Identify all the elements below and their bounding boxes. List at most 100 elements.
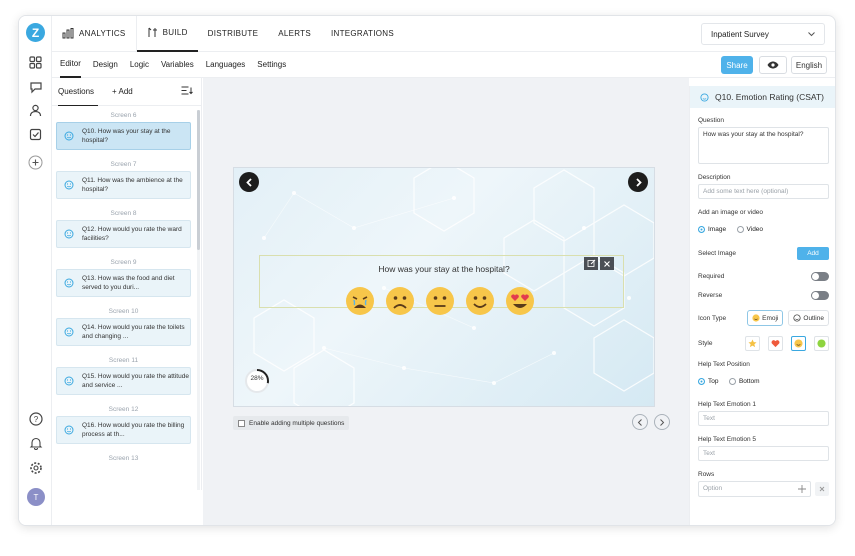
- question-textarea[interactable]: How was your stay at the hospital?: [698, 127, 829, 164]
- user-avatar[interactable]: T: [27, 488, 45, 506]
- share-button[interactable]: Share: [721, 56, 753, 74]
- media-video-radio[interactable]: Video: [736, 226, 764, 233]
- scrollbar-thumb[interactable]: [197, 110, 200, 250]
- screen-label: Screen 7: [110, 161, 137, 168]
- help-position-bottom-radio[interactable]: Bottom: [728, 378, 760, 385]
- question-card[interactable]: Q12. How would you rate the ward facilit…: [56, 220, 191, 248]
- add-image-button[interactable]: Add: [797, 247, 829, 260]
- icon-rail: Z ? T: [19, 16, 52, 525]
- tab-analytics-label: ANALYTICS: [79, 29, 126, 38]
- task-check-icon[interactable]: [27, 126, 44, 143]
- checkbox-box[interactable]: [238, 419, 245, 427]
- help-text-emotion-5-input[interactable]: Text: [698, 446, 829, 461]
- reverse-label: Reverse: [698, 292, 723, 299]
- green-circle-icon: [817, 339, 826, 348]
- subtab-settings[interactable]: Settings: [257, 52, 286, 78]
- question-properties-panel: Q10. Emotion Rating (CSAT) Question How …: [689, 86, 835, 525]
- user-icon[interactable]: [27, 102, 44, 119]
- media-field-label: Add an image or video: [698, 209, 764, 216]
- reverse-toggle[interactable]: [811, 291, 829, 300]
- preview-question-text: How was your stay at the hospital?: [378, 264, 510, 274]
- top-navigation: ANALYTICS BUILD DISTRIBUTE ALERTS INTEGR…: [52, 16, 835, 52]
- next-page-button[interactable]: [654, 414, 670, 430]
- emoji-neutral-icon[interactable]: [425, 286, 455, 316]
- reorder-icon[interactable]: [181, 86, 193, 97]
- icon-type-emoji-option[interactable]: Emoji: [747, 310, 784, 326]
- emoji-sad-icon[interactable]: [385, 286, 415, 316]
- subtab-logic[interactable]: Logic: [130, 52, 149, 78]
- chevron-down-icon: [808, 31, 815, 36]
- next-slide-button[interactable]: [628, 172, 648, 192]
- questions-panel-header: Questions + Add: [52, 78, 201, 106]
- emotion-question-icon: [61, 226, 77, 242]
- subtab-editor[interactable]: Editor: [60, 52, 81, 78]
- subtab-languages[interactable]: Languages: [206, 52, 246, 78]
- description-input[interactable]: Add some text here (optional): [698, 184, 829, 199]
- question-field-label: Question: [698, 117, 725, 124]
- media-image-radio[interactable]: Image: [698, 226, 726, 233]
- notification-bell-icon[interactable]: [27, 434, 44, 451]
- question-card[interactable]: Q16. How would you rate the billing proc…: [56, 416, 191, 444]
- emoji-rating-scale: [345, 286, 535, 316]
- settings-gear-icon[interactable]: [27, 459, 44, 476]
- required-toggle[interactable]: [811, 272, 829, 281]
- question-card[interactable]: Q10. How was your stay at the hospital?: [56, 122, 191, 150]
- style-emoji-option[interactable]: [791, 336, 806, 351]
- row-option-input[interactable]: Option: [698, 481, 811, 497]
- help-position-top-radio[interactable]: Top: [698, 378, 718, 385]
- questions-panel: Questions + Add Screen 6 Q10. How was yo…: [52, 78, 202, 490]
- style-star-option[interactable]: [745, 336, 760, 351]
- dashboard-icon[interactable]: [27, 54, 44, 71]
- heart-icon: [771, 340, 780, 348]
- enable-multiple-questions-checkbox[interactable]: Enable adding multiple questions: [233, 416, 350, 430]
- help-text-emotion-5-label: Help Text Emotion 5: [698, 436, 757, 443]
- tab-build[interactable]: BUILD: [136, 16, 198, 52]
- media-video-label: Video: [746, 226, 764, 233]
- emoji-heart-eyes-icon[interactable]: [505, 286, 535, 316]
- app-logo-icon[interactable]: Z: [26, 23, 45, 42]
- icon-type-outline-option[interactable]: Outline: [788, 310, 829, 326]
- emotion-question-icon: [61, 275, 77, 291]
- emoji-happy-icon[interactable]: [465, 286, 495, 316]
- chevron-right-icon: [635, 177, 642, 187]
- question-card[interactable]: Q11. How was the ambience at the hospita…: [56, 171, 191, 199]
- preview-button[interactable]: [759, 56, 787, 74]
- tab-analytics[interactable]: ANALYTICS: [52, 16, 137, 52]
- add-circle-icon[interactable]: [27, 154, 44, 171]
- chevron-right-icon: [660, 418, 665, 426]
- help-text-emotion-1-label: Help Text Emotion 1: [698, 401, 757, 408]
- question-card[interactable]: Q14. How would you rate the toilets and …: [56, 318, 191, 346]
- remove-row-button[interactable]: [815, 482, 829, 496]
- question-card[interactable]: Q13. How was the food and diet served to…: [56, 269, 191, 297]
- questions-tab[interactable]: Questions: [58, 78, 99, 106]
- tab-alerts-label: ALERTS: [278, 29, 311, 38]
- subtab-variables[interactable]: Variables: [161, 52, 194, 78]
- help-icon[interactable]: ?: [27, 410, 44, 427]
- screen-label: Screen 6: [110, 112, 137, 119]
- language-selector[interactable]: English: [791, 56, 827, 74]
- survey-selector[interactable]: Inpatient Survey: [701, 23, 825, 45]
- app-window: Z ? T ANALYTICS BUILD DISTRIBUTE ALERTS …: [18, 15, 836, 526]
- screen-label: Screen 12: [108, 406, 139, 413]
- tab-alerts[interactable]: ALERTS: [268, 16, 321, 52]
- emoji-very-sad-icon[interactable]: [345, 286, 375, 316]
- style-heart-option[interactable]: [768, 336, 783, 351]
- chat-icon[interactable]: [27, 78, 44, 95]
- emotion-question-icon: [61, 373, 77, 389]
- star-icon: [748, 339, 757, 348]
- move-handle-icon[interactable]: [798, 485, 806, 493]
- previous-page-button[interactable]: [632, 414, 648, 430]
- add-question-button[interactable]: + Add: [112, 87, 133, 96]
- editor-subnav: Editor Design Logic Variables Languages …: [52, 52, 835, 78]
- close-icon: [819, 486, 825, 492]
- help-text-emotion-1-input[interactable]: Text: [698, 411, 829, 426]
- tab-distribute[interactable]: DISTRIBUTE: [198, 16, 269, 52]
- style-circle-option[interactable]: [814, 336, 829, 351]
- previous-slide-button[interactable]: [239, 172, 259, 192]
- subtab-design[interactable]: Design: [93, 52, 118, 78]
- bar-chart-icon: [62, 28, 74, 39]
- question-card[interactable]: Q15. How would you rate the attitude and…: [56, 367, 191, 395]
- style-label: Style: [698, 340, 713, 347]
- emotion-question-icon: [61, 324, 77, 340]
- tab-integrations[interactable]: INTEGRATIONS: [321, 16, 404, 52]
